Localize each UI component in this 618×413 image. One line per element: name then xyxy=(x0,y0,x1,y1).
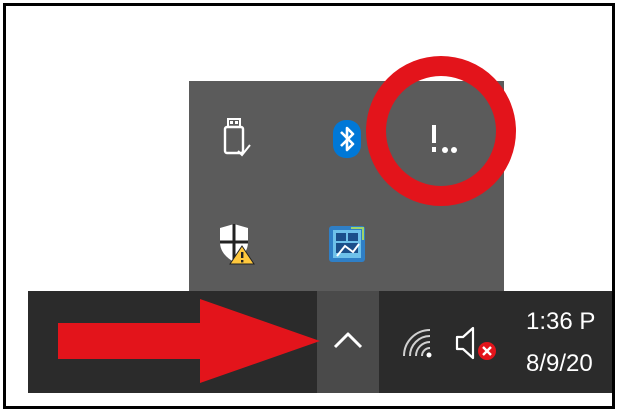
clock-time: 1:36 P xyxy=(526,308,596,335)
taskbar-clock[interactable]: 1:36 P 8/9/20 xyxy=(526,301,612,385)
screenshot-frame: 1:36 P 8/9/20 xyxy=(3,3,615,409)
shield-warning-icon[interactable] xyxy=(206,214,266,274)
arrow-annotation-icon xyxy=(58,299,320,383)
clock-date: 8/9/20 xyxy=(526,350,593,377)
volume-muted-icon[interactable] xyxy=(453,323,501,370)
highlight-circle xyxy=(366,56,516,206)
usb-drive-icon[interactable] xyxy=(206,109,266,169)
wifi-icon[interactable] xyxy=(400,326,434,365)
show-hidden-icons-button[interactable] xyxy=(317,291,379,393)
intel-graphics-icon[interactable] xyxy=(317,214,377,274)
chevron-up-icon xyxy=(332,330,364,355)
